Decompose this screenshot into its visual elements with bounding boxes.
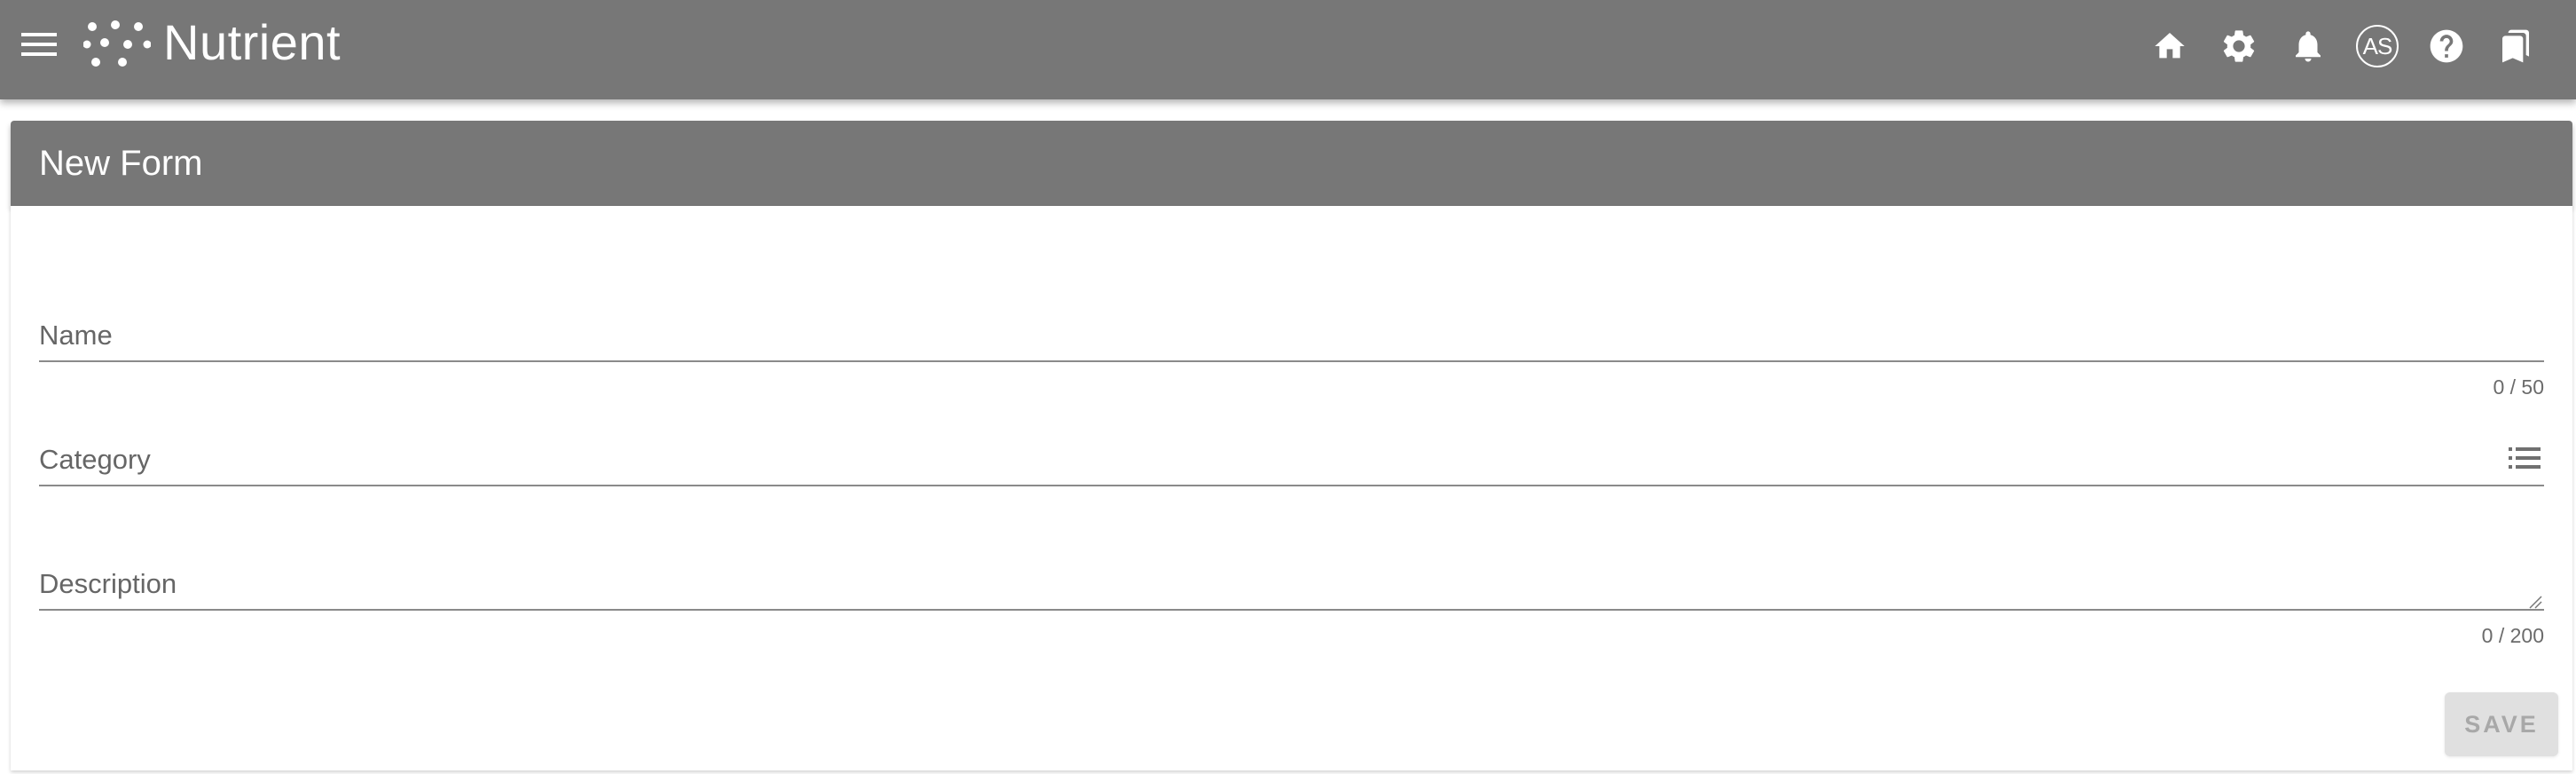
description-field-label: Description xyxy=(39,568,177,599)
description-char-counter: 0 / 200 xyxy=(2481,624,2544,647)
nutrient-dots-logo-icon xyxy=(83,20,151,67)
card-header: New Form xyxy=(11,121,2572,206)
bookmarks-icon[interactable] xyxy=(2491,21,2541,71)
user-menu[interactable]: AS xyxy=(2352,21,2402,71)
name-char-counter: 0 / 50 xyxy=(2493,375,2544,399)
category-field[interactable]: Category xyxy=(39,430,2544,501)
app-logo[interactable]: Nutrient xyxy=(83,16,341,69)
form-body: Name 0 / 50 Category Description 0 / 200… xyxy=(11,206,2572,770)
top-app-bar: Nutrient AS xyxy=(0,0,2576,99)
new-form-card: New Form Name 0 / 50 Category Descriptio… xyxy=(11,121,2572,770)
list-icon[interactable] xyxy=(2509,446,2541,472)
category-field-label: Category xyxy=(39,444,151,475)
help-icon[interactable] xyxy=(2422,21,2471,71)
description-field[interactable]: Description 0 / 200 xyxy=(39,554,2544,652)
settings-gear-icon[interactable] xyxy=(2214,21,2264,71)
notifications-bell-icon[interactable] xyxy=(2283,21,2333,71)
description-field-underline xyxy=(39,609,2544,611)
save-button[interactable]: SAVE xyxy=(2445,692,2558,756)
resize-handle-icon[interactable] xyxy=(2528,595,2542,609)
name-field-label: Name xyxy=(39,320,113,351)
page-title: New Form xyxy=(39,144,203,183)
hamburger-menu-icon[interactable] xyxy=(18,23,60,66)
toolbar-actions: AS xyxy=(2125,21,2541,71)
app-name: Nutrient xyxy=(163,14,342,70)
home-icon[interactable] xyxy=(2145,21,2195,71)
avatar: AS xyxy=(2356,25,2399,67)
category-field-underline xyxy=(39,485,2544,486)
name-field-underline xyxy=(39,360,2544,362)
name-field[interactable]: Name 0 / 50 xyxy=(39,305,2544,403)
